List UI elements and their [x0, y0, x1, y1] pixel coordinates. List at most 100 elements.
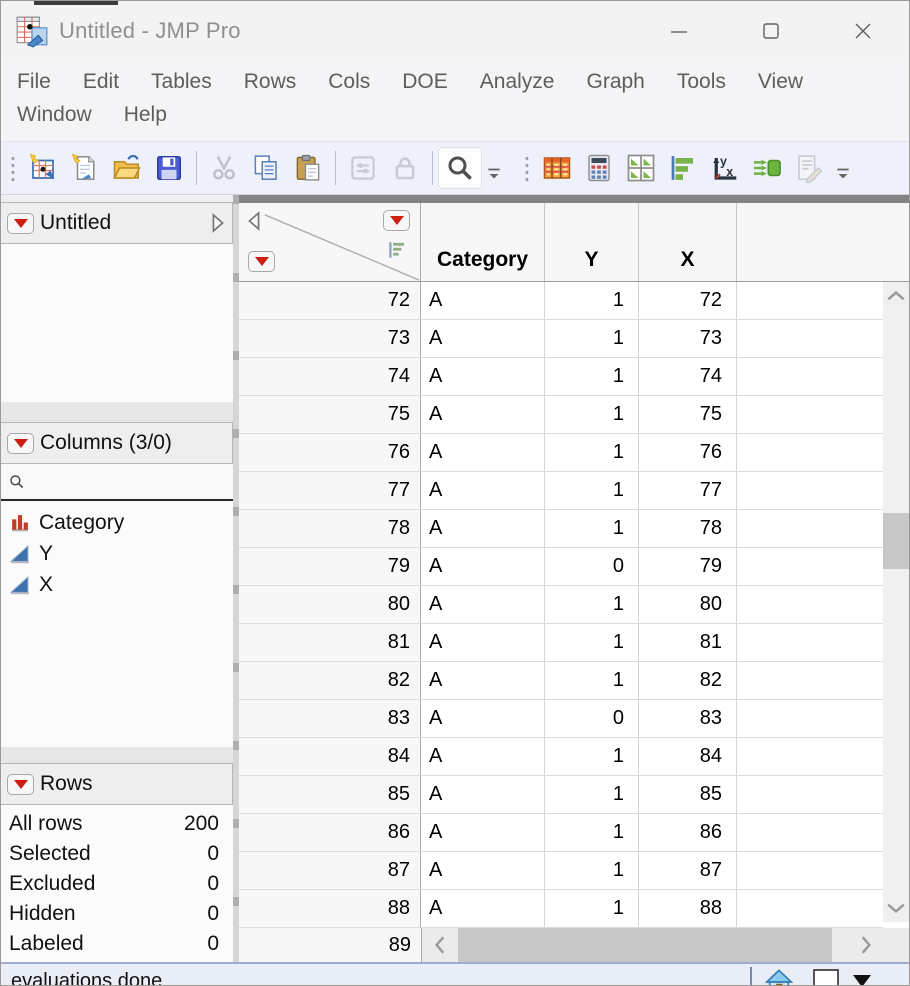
columns-panel-red-triangle-button[interactable] — [7, 432, 34, 454]
formula-button[interactable] — [578, 148, 620, 188]
status-dropdown-icon[interactable] — [853, 975, 871, 985]
horizontal-scrollbar[interactable] — [422, 928, 883, 962]
x-cell[interactable]: 81 — [639, 624, 737, 661]
category-cell[interactable]: A — [421, 396, 545, 433]
scroll-up-button[interactable] — [883, 284, 909, 308]
scroll-left-button[interactable] — [422, 928, 458, 962]
column-item-y[interactable]: Y — [1, 538, 233, 569]
scroll-down-button[interactable] — [883, 896, 909, 920]
partial-row-89[interactable]: 89 — [239, 928, 422, 962]
category-cell[interactable]: A — [421, 320, 545, 357]
x-cell[interactable]: 80 — [639, 586, 737, 623]
toolbar-grip[interactable] — [9, 153, 17, 183]
y-cell[interactable]: 1 — [545, 472, 639, 509]
x-cell[interactable]: 82 — [639, 662, 737, 699]
menu-tables[interactable]: Tables — [151, 70, 212, 94]
column-item-x[interactable]: X — [1, 569, 233, 600]
minimize-button[interactable] — [633, 1, 725, 61]
row-number-cell[interactable]: 78 — [239, 510, 421, 547]
y-cell[interactable]: 1 — [545, 852, 639, 889]
menu-window[interactable]: Window — [17, 103, 92, 127]
category-cell[interactable]: A — [421, 700, 545, 737]
x-cell[interactable]: 86 — [639, 814, 737, 851]
vertical-scroll-thumb[interactable] — [883, 513, 909, 569]
row-number-cell[interactable]: 87 — [239, 852, 421, 889]
x-cell[interactable]: 74 — [639, 358, 737, 395]
columns-red-triangle-button[interactable] — [383, 210, 410, 231]
row-number-cell[interactable]: 76 — [239, 434, 421, 471]
column-header-x[interactable]: X — [639, 203, 737, 281]
menu-cols[interactable]: Cols — [328, 70, 370, 94]
row-number-cell[interactable]: 85 — [239, 776, 421, 813]
x-cell[interactable]: 83 — [639, 700, 737, 737]
category-cell[interactable]: A — [421, 282, 545, 319]
column-header-category[interactable]: Category — [421, 203, 545, 281]
hide-panels-icon[interactable] — [246, 210, 262, 232]
row-number-cell[interactable]: 77 — [239, 472, 421, 509]
row-number-cell[interactable]: 86 — [239, 814, 421, 851]
category-cell[interactable]: A — [421, 472, 545, 509]
columns-search-field[interactable] — [1, 464, 233, 501]
search-button[interactable] — [439, 148, 481, 188]
category-cell[interactable]: A — [421, 890, 545, 927]
menu-help[interactable]: Help — [124, 103, 167, 127]
y-cell[interactable]: 1 — [545, 434, 639, 471]
new-data-table-button[interactable] — [22, 148, 64, 188]
category-cell[interactable]: A — [421, 662, 545, 699]
toolbar-overflow-button[interactable] — [830, 148, 856, 188]
column-item-category[interactable]: Category — [1, 507, 233, 538]
category-cell[interactable]: A — [421, 852, 545, 889]
save-button[interactable] — [148, 148, 190, 188]
x-cell[interactable]: 78 — [639, 510, 737, 547]
y-cell[interactable]: 1 — [545, 738, 639, 775]
x-cell[interactable]: 79 — [639, 548, 737, 585]
x-cell[interactable]: 84 — [639, 738, 737, 775]
x-cell[interactable]: 87 — [639, 852, 737, 889]
panel-splitter[interactable] — [1, 402, 233, 422]
y-cell[interactable]: 1 — [545, 814, 639, 851]
graph-builder-button[interactable] — [620, 148, 662, 188]
toolbar-overflow-button[interactable] — [481, 148, 507, 188]
y-cell[interactable]: 1 — [545, 320, 639, 357]
paste-button[interactable] — [287, 148, 329, 188]
category-cell[interactable]: A — [421, 358, 545, 395]
row-number-cell[interactable]: 73 — [239, 320, 421, 357]
expand-panel-icon[interactable] — [210, 212, 226, 234]
toolbar-grip[interactable] — [523, 153, 531, 183]
distribution-button[interactable] — [662, 148, 704, 188]
menu-tools[interactable]: Tools — [677, 70, 726, 94]
row-number-cell[interactable]: 74 — [239, 358, 421, 395]
menu-file[interactable]: File — [17, 70, 51, 94]
category-cell[interactable]: A — [421, 624, 545, 661]
row-number-cell[interactable]: 82 — [239, 662, 421, 699]
horizontal-scroll-thumb[interactable] — [458, 928, 832, 962]
column-order-icon[interactable] — [386, 239, 408, 261]
y-cell[interactable]: 1 — [545, 624, 639, 661]
x-cell[interactable]: 88 — [639, 890, 737, 927]
row-number-cell[interactable]: 79 — [239, 548, 421, 585]
y-cell[interactable]: 1 — [545, 396, 639, 433]
category-cell[interactable]: A — [421, 510, 545, 547]
home-icon[interactable] — [765, 968, 793, 986]
category-cell[interactable]: A — [421, 776, 545, 813]
row-number-cell[interactable]: 84 — [239, 738, 421, 775]
x-cell[interactable]: 85 — [639, 776, 737, 813]
x-cell[interactable]: 77 — [639, 472, 737, 509]
open-button[interactable] — [106, 148, 148, 188]
panel-splitter[interactable] — [1, 747, 233, 763]
category-cell[interactable]: A — [421, 738, 545, 775]
launch-button[interactable] — [746, 148, 788, 188]
menu-graph[interactable]: Graph — [587, 70, 645, 94]
y-cell[interactable]: 0 — [545, 548, 639, 585]
rows-panel-red-triangle-button[interactable] — [7, 773, 34, 795]
status-indicator-box[interactable] — [813, 969, 839, 985]
x-cell[interactable]: 76 — [639, 434, 737, 471]
close-button[interactable] — [817, 1, 909, 61]
menu-rows[interactable]: Rows — [244, 70, 297, 94]
category-cell[interactable]: A — [421, 814, 545, 851]
fit-y-by-x-button[interactable]: yx — [704, 148, 746, 188]
x-cell[interactable]: 73 — [639, 320, 737, 357]
row-number-cell[interactable]: 83 — [239, 700, 421, 737]
y-cell[interactable]: 1 — [545, 890, 639, 927]
rows-red-triangle-button[interactable] — [248, 251, 275, 272]
